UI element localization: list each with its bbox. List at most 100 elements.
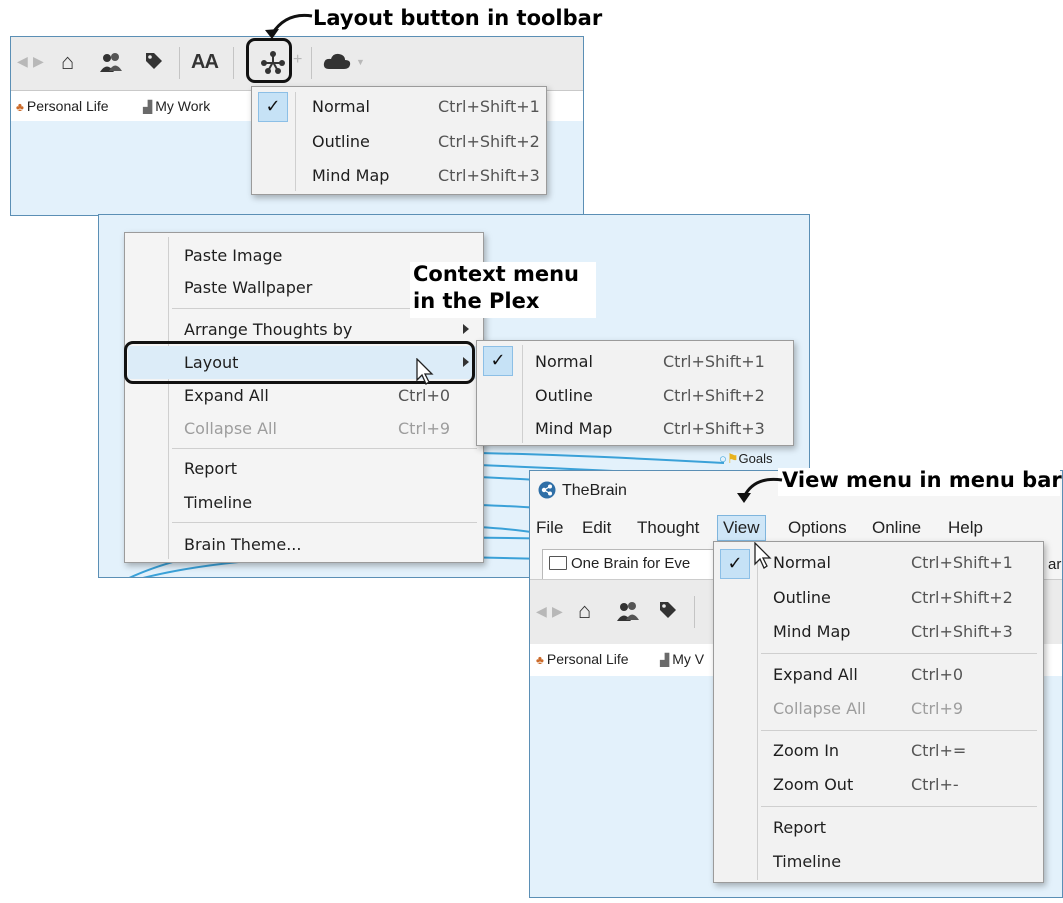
menu-item-label: Normal xyxy=(312,97,370,116)
menu-separator xyxy=(761,806,1037,807)
menu-item-shortcut: Ctrl+Shift+2 xyxy=(438,132,540,151)
menu-item-brain-theme[interactable]: Brain Theme... xyxy=(125,528,483,561)
home-icon[interactable]: ⌂ xyxy=(578,600,591,622)
menu-edit[interactable]: Edit xyxy=(582,518,611,538)
menu-item-label: Paste Wallpaper xyxy=(184,278,313,297)
menu-file[interactable]: File xyxy=(536,518,563,538)
menu-item-label: Zoom Out xyxy=(773,775,854,794)
menu-item-normal[interactable]: ✓ Normal Ctrl+Shift+1 xyxy=(252,90,546,123)
people-icon[interactable] xyxy=(99,51,123,77)
toolbar-separator xyxy=(233,47,234,79)
layout-submenu: ✓ Normal Ctrl+Shift+1 Outline Ctrl+Shift… xyxy=(476,340,794,446)
tag-icon[interactable] xyxy=(658,600,678,624)
menu-item-label: Timeline xyxy=(773,852,842,871)
menu-item-timeline[interactable]: Timeline xyxy=(125,486,483,519)
back-arrow-icon[interactable]: ◀ xyxy=(17,54,28,68)
menu-item-shortcut: Ctrl+= xyxy=(911,741,967,760)
callout-layout-button: Layout button in toolbar xyxy=(313,6,603,30)
menu-item-label: Outline xyxy=(312,132,370,151)
view-item-mind-map[interactable]: Mind Map Ctrl+Shift+3 xyxy=(714,615,1043,648)
menu-item-shortcut: Ctrl+Shift+1 xyxy=(438,97,540,116)
tab-label: One Brain for Eve xyxy=(571,555,691,572)
menu-item-label: Normal xyxy=(535,352,593,371)
menu-view[interactable]: View xyxy=(717,515,766,541)
layout-button-highlight xyxy=(246,38,292,83)
person-icon: ♣ xyxy=(16,100,24,114)
submenu-arrow-icon xyxy=(463,324,469,334)
forward-arrow-icon[interactable]: ▶ xyxy=(552,604,563,618)
plus-icon: + xyxy=(293,51,303,68)
menu-item-shortcut: Ctrl+Shift+1 xyxy=(911,553,1013,572)
callout-arrow xyxy=(737,477,783,503)
bookmark-my-work[interactable]: ▟ My V xyxy=(660,651,704,667)
bookmark-personal-life[interactable]: ♣ Personal Life xyxy=(16,98,109,114)
submenu-item-normal[interactable]: ✓ Normal Ctrl+Shift+1 xyxy=(477,345,793,378)
menu-item-outline[interactable]: Outline Ctrl+Shift+2 xyxy=(252,125,546,158)
menu-item-report[interactable]: Report xyxy=(125,452,483,485)
person-icon: ♣ xyxy=(536,653,544,667)
chevron-down-icon[interactable]: ▼ xyxy=(356,58,365,67)
view-item-outline[interactable]: Outline Ctrl+Shift+2 xyxy=(714,581,1043,614)
flag-icon: ⚑ xyxy=(726,451,739,466)
menu-separator xyxy=(172,448,477,449)
menu-item-label: Normal xyxy=(773,553,831,572)
submenu-item-mind-map[interactable]: Mind Map Ctrl+Shift+3 xyxy=(477,412,793,445)
forward-arrow-icon[interactable]: ▶ xyxy=(33,54,44,68)
menu-item-label: Collapse All xyxy=(184,419,277,438)
mouse-cursor-icon xyxy=(754,542,772,569)
font-size-icon[interactable]: AA xyxy=(191,52,219,72)
thought-dot-icon: ○ xyxy=(719,451,727,466)
view-item-zoom-out[interactable]: Zoom Out Ctrl+- xyxy=(714,768,1043,801)
app-title: TheBrain xyxy=(562,482,627,499)
check-icon: ✓ xyxy=(720,549,750,579)
menu-item-label: Report xyxy=(184,459,238,478)
menu-online[interactable]: Online xyxy=(872,518,921,538)
menu-item-shortcut: Ctrl+Shift+2 xyxy=(911,588,1013,607)
callout-context-menu: Context menu xyxy=(413,262,579,286)
menu-item-label: Mind Map xyxy=(773,622,851,641)
view-item-zoom-in[interactable]: Zoom In Ctrl+= xyxy=(714,734,1043,767)
toolbar-separator xyxy=(311,47,312,79)
menu-item-shortcut: Ctrl+9 xyxy=(911,699,964,718)
view-item-timeline[interactable]: Timeline xyxy=(714,845,1043,878)
main-toolbar: ◀ ▶ ⌂ AA + ▼ xyxy=(11,37,583,91)
back-arrow-icon[interactable]: ◀ xyxy=(536,604,547,618)
view-item-collapse-all: Collapse All Ctrl+9 xyxy=(714,692,1043,725)
bookmark-personal-life[interactable]: ♣ Personal Life xyxy=(536,651,629,667)
menu-item-label: Mind Map xyxy=(312,166,390,185)
callout-view-menu: View menu in menu bar xyxy=(782,468,1062,492)
thought-label: Goals xyxy=(738,451,773,466)
view-item-expand-all[interactable]: Expand All Ctrl+0 xyxy=(714,658,1043,691)
menu-separator xyxy=(761,653,1037,654)
menu-separator xyxy=(761,730,1037,731)
view-item-report[interactable]: Report xyxy=(714,811,1043,844)
menu-item-mind-map[interactable]: Mind Map Ctrl+Shift+3 xyxy=(252,159,546,192)
menu-item-shortcut: Ctrl+0 xyxy=(911,665,964,684)
toolbar-separator xyxy=(694,596,695,628)
menu-help[interactable]: Help xyxy=(948,518,983,538)
cloud-icon[interactable] xyxy=(323,52,351,74)
toolbar-separator xyxy=(179,47,180,79)
brain-tab[interactable]: One Brain for Eve xyxy=(542,549,724,580)
thought-goals[interactable]: ○⚑Goals xyxy=(719,451,772,467)
tag-icon[interactable] xyxy=(144,51,164,75)
menu-item-label: Brain Theme... xyxy=(184,535,302,554)
check-icon: ✓ xyxy=(483,346,513,376)
menu-item-shortcut: Ctrl+Shift+3 xyxy=(911,622,1013,641)
bookmark-my-work[interactable]: ▟ My Work xyxy=(143,98,210,114)
menu-options[interactable]: Options xyxy=(788,518,847,538)
bookmark-label: Personal Life xyxy=(546,651,629,667)
menu-item-shortcut: Ctrl+0 xyxy=(398,386,451,405)
home-icon[interactable]: ⌂ xyxy=(61,51,74,73)
menu-thought[interactable]: Thought xyxy=(637,518,699,538)
menu-item-collapse-all: Collapse All Ctrl+9 xyxy=(125,412,483,445)
menu-item-label: Collapse All xyxy=(773,699,866,718)
bookmark-label: Personal Life xyxy=(26,98,109,114)
menu-item-label: Mind Map xyxy=(535,419,613,438)
callout-context-menu-line2: in the Plex xyxy=(413,289,540,313)
menu-item-label: Expand All xyxy=(773,665,858,684)
menu-item-label: Zoom In xyxy=(773,741,840,760)
check-icon: ✓ xyxy=(258,92,288,122)
people-icon[interactable] xyxy=(616,600,640,626)
submenu-item-outline[interactable]: Outline Ctrl+Shift+2 xyxy=(477,379,793,412)
